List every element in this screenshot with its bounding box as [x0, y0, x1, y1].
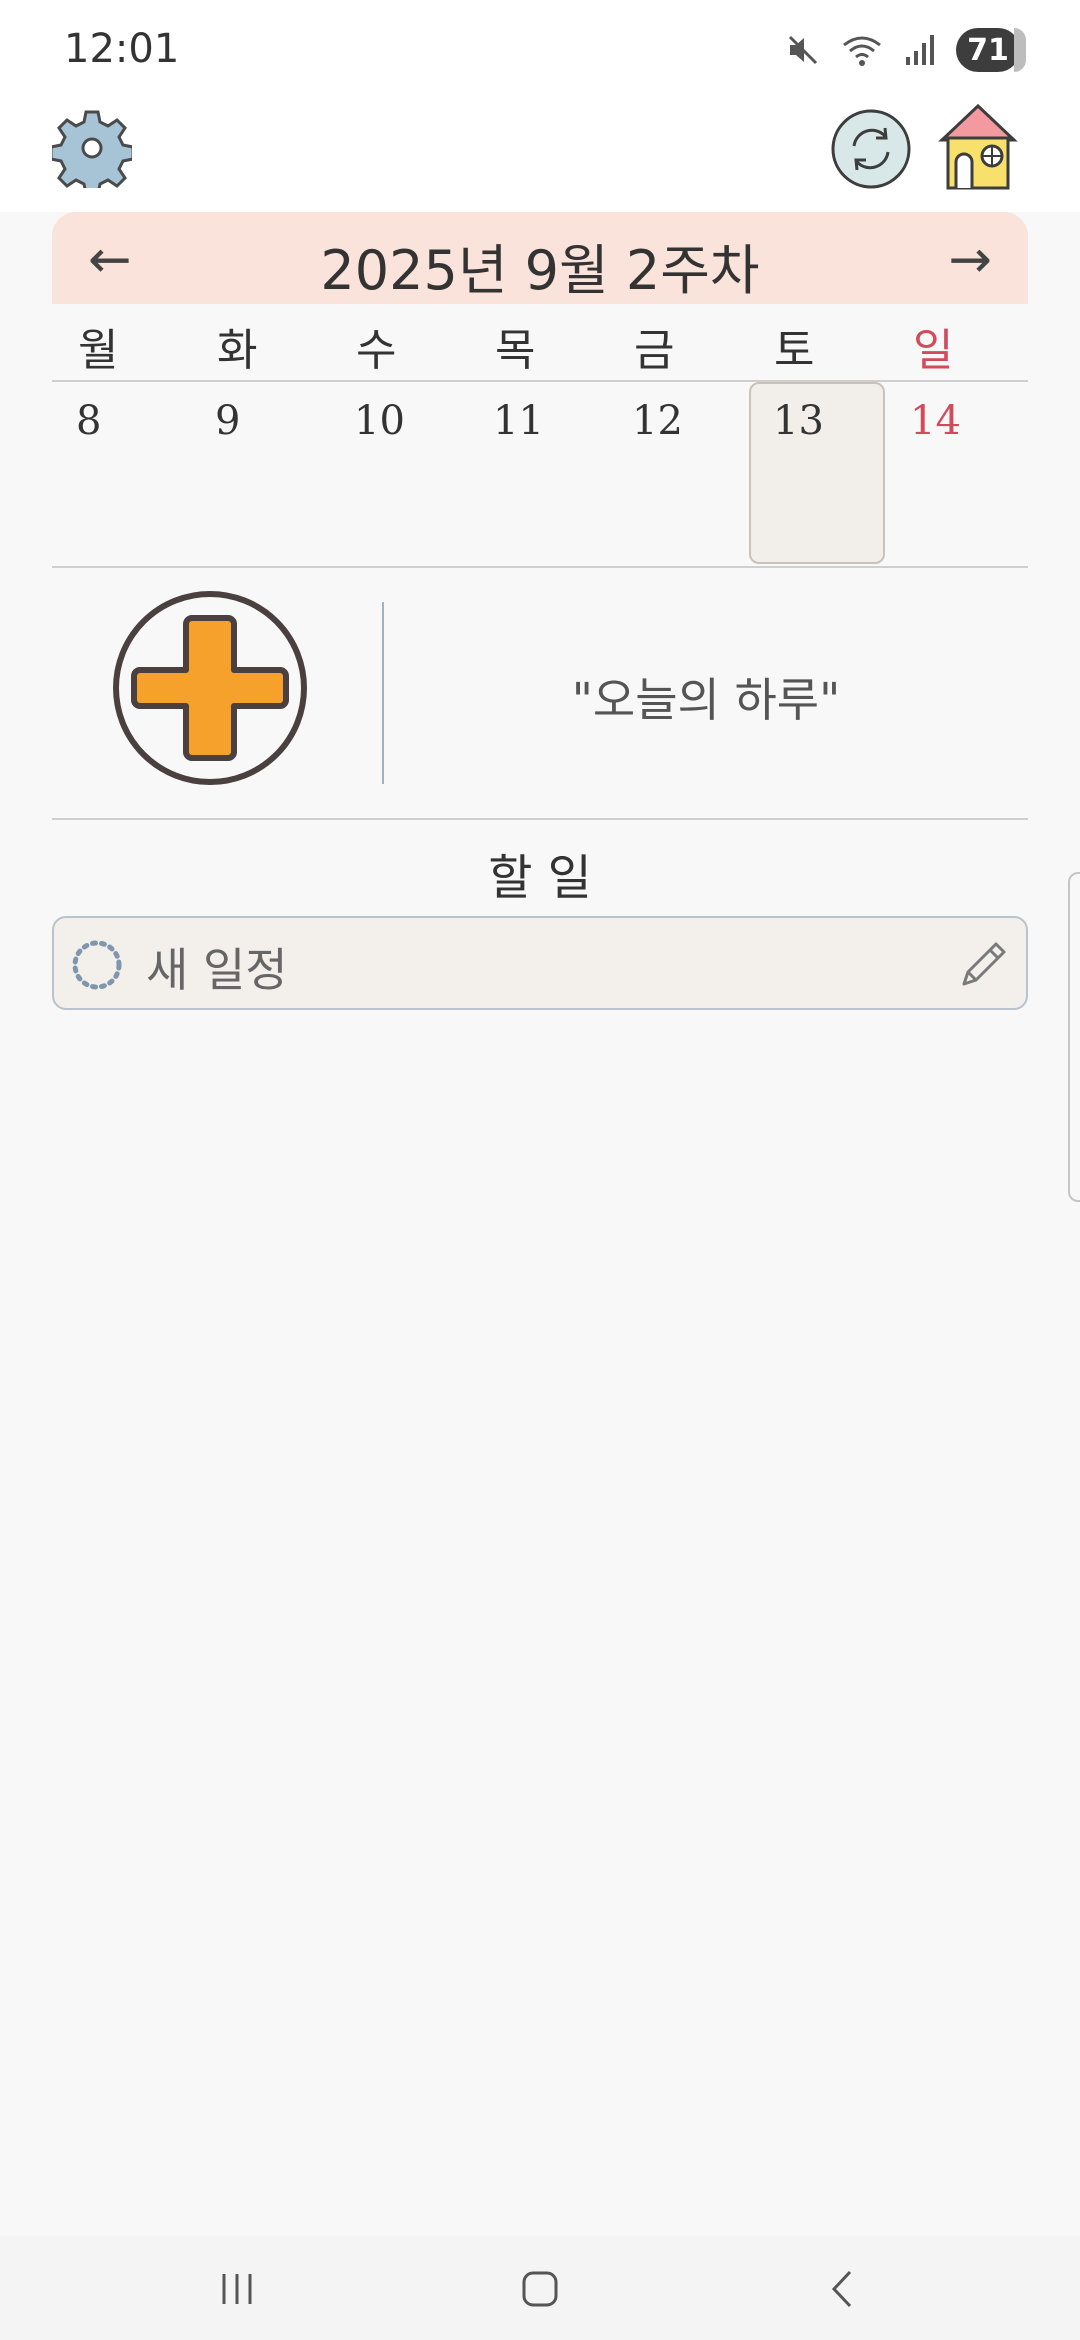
pencil-icon[interactable] [956, 936, 1012, 992]
new-task-placeholder: 새 일정 [146, 943, 288, 997]
date-number: 8 [76, 398, 102, 444]
date-cell[interactable]: 9 [191, 382, 330, 566]
today-section: "오늘의 하루" [52, 568, 1028, 820]
date-cell[interactable]: 14 [886, 382, 1025, 566]
new-task-input[interactable]: 새 일정 [52, 916, 1028, 1010]
weekday-sat: 토 [774, 325, 815, 376]
status-time: 12:01 [64, 26, 180, 72]
wifi-icon [843, 36, 881, 66]
refresh-icon[interactable] [830, 108, 912, 190]
date-cell-selected[interactable]: 13 [749, 382, 888, 566]
signal-icon [906, 35, 934, 65]
status-bar: 12:01 71 [0, 0, 1080, 100]
weekday-thu: 목 [495, 325, 536, 376]
weekday-mon: 월 [78, 325, 119, 376]
weekday-tue: 화 [217, 325, 258, 376]
edge-panel-handle[interactable] [1068, 872, 1080, 1202]
date-cell[interactable]: 10 [330, 382, 469, 566]
date-number: 12 [632, 398, 683, 444]
date-cell[interactable]: 11 [469, 382, 608, 566]
mute-icon [788, 35, 818, 65]
home-icon[interactable] [513, 2262, 567, 2316]
today-quote[interactable]: "오늘의 하루" [384, 664, 1028, 730]
spinner-icon [72, 940, 122, 990]
next-week-button[interactable]: → [948, 230, 992, 290]
back-icon[interactable] [816, 2262, 870, 2316]
date-number: 10 [354, 398, 405, 444]
week-header: ← 2025년 9월 2주차 → [52, 212, 1028, 304]
date-number: 14 [910, 398, 961, 444]
date-number: 9 [215, 398, 241, 444]
battery-icon: 71 [956, 28, 1026, 72]
week-title: 2025년 9월 2주차 [320, 239, 760, 302]
weekday-wed: 수 [356, 325, 397, 376]
date-number: 13 [773, 398, 824, 444]
date-number: 11 [493, 398, 544, 444]
weekday-row: 월 화 수 목 금 토 일 [52, 304, 1028, 382]
app-bar [0, 100, 1080, 212]
weekday-fri: 금 [634, 325, 675, 376]
recent-apps-icon[interactable] [210, 2262, 264, 2316]
house-icon[interactable] [936, 100, 1020, 192]
dates-row: 8 9 10 11 12 13 14 [52, 382, 1028, 568]
weekday-sun: 일 [913, 325, 954, 376]
tasks-title: 할 일 [488, 850, 592, 906]
date-cell[interactable]: 8 [52, 382, 191, 566]
gear-icon[interactable] [52, 108, 132, 188]
status-icons: 71 [786, 26, 1026, 74]
navigation-bar [0, 2236, 1080, 2340]
date-cell[interactable]: 12 [608, 382, 747, 566]
plus-icon[interactable] [110, 588, 310, 788]
